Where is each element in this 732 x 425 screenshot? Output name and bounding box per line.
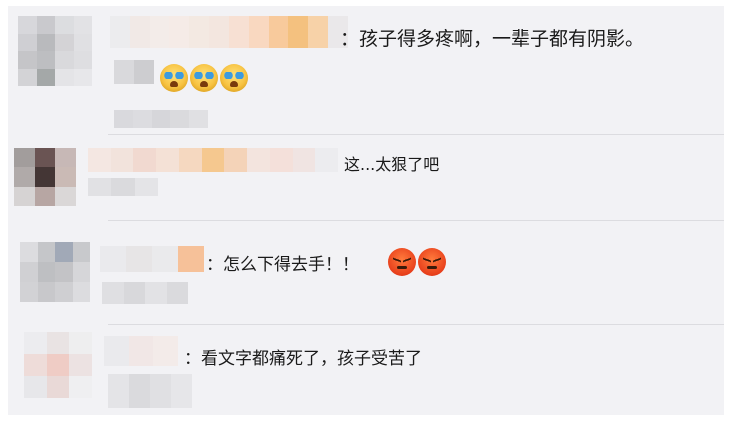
comment-item: 这...太狠了吧 [8, 136, 724, 220]
comment-text: ：看文字都痛死了，孩子受苦了 [184, 349, 422, 369]
divider [108, 220, 724, 221]
username[interactable] [104, 336, 178, 366]
crying-face-icon [220, 64, 248, 92]
comment-meta [108, 374, 192, 408]
divider [108, 134, 724, 135]
comment-item: ：孩子得多疼啊，一辈子都有阴影。 [8, 6, 724, 134]
angry-face-icon [418, 248, 446, 276]
comment-meta [102, 282, 188, 304]
username[interactable] [110, 16, 348, 48]
avatar[interactable] [18, 16, 92, 86]
angry-face-icon [388, 248, 416, 276]
emoji-row [160, 64, 248, 92]
crying-face-icon [190, 64, 218, 92]
avatar[interactable] [24, 332, 92, 398]
emoji-row [388, 248, 446, 276]
comment-text: ：怎么下得去手！！ [206, 255, 359, 275]
comment-item: ：怎么下得去手！！ [8, 222, 724, 314]
avatar[interactable] [20, 242, 90, 302]
comment-text: ：孩子得多疼啊，一辈子都有阴影。 [340, 28, 645, 50]
avatar[interactable] [14, 148, 76, 206]
crying-face-icon [160, 64, 188, 92]
comment-meta [114, 60, 154, 84]
username[interactable] [88, 148, 338, 172]
comment-meta [88, 178, 158, 196]
divider [108, 324, 724, 325]
username[interactable] [100, 246, 204, 272]
comment-list: ：孩子得多疼啊，一辈子都有阴影。 这...太狠了吧 ：怎么下得去手！！ ：看文字… [8, 6, 724, 415]
comment-meta [114, 110, 208, 128]
comment-text: 这...太狠了吧 [344, 155, 440, 174]
comment-item: ：看文字都痛死了，孩子受苦了 [8, 326, 724, 415]
